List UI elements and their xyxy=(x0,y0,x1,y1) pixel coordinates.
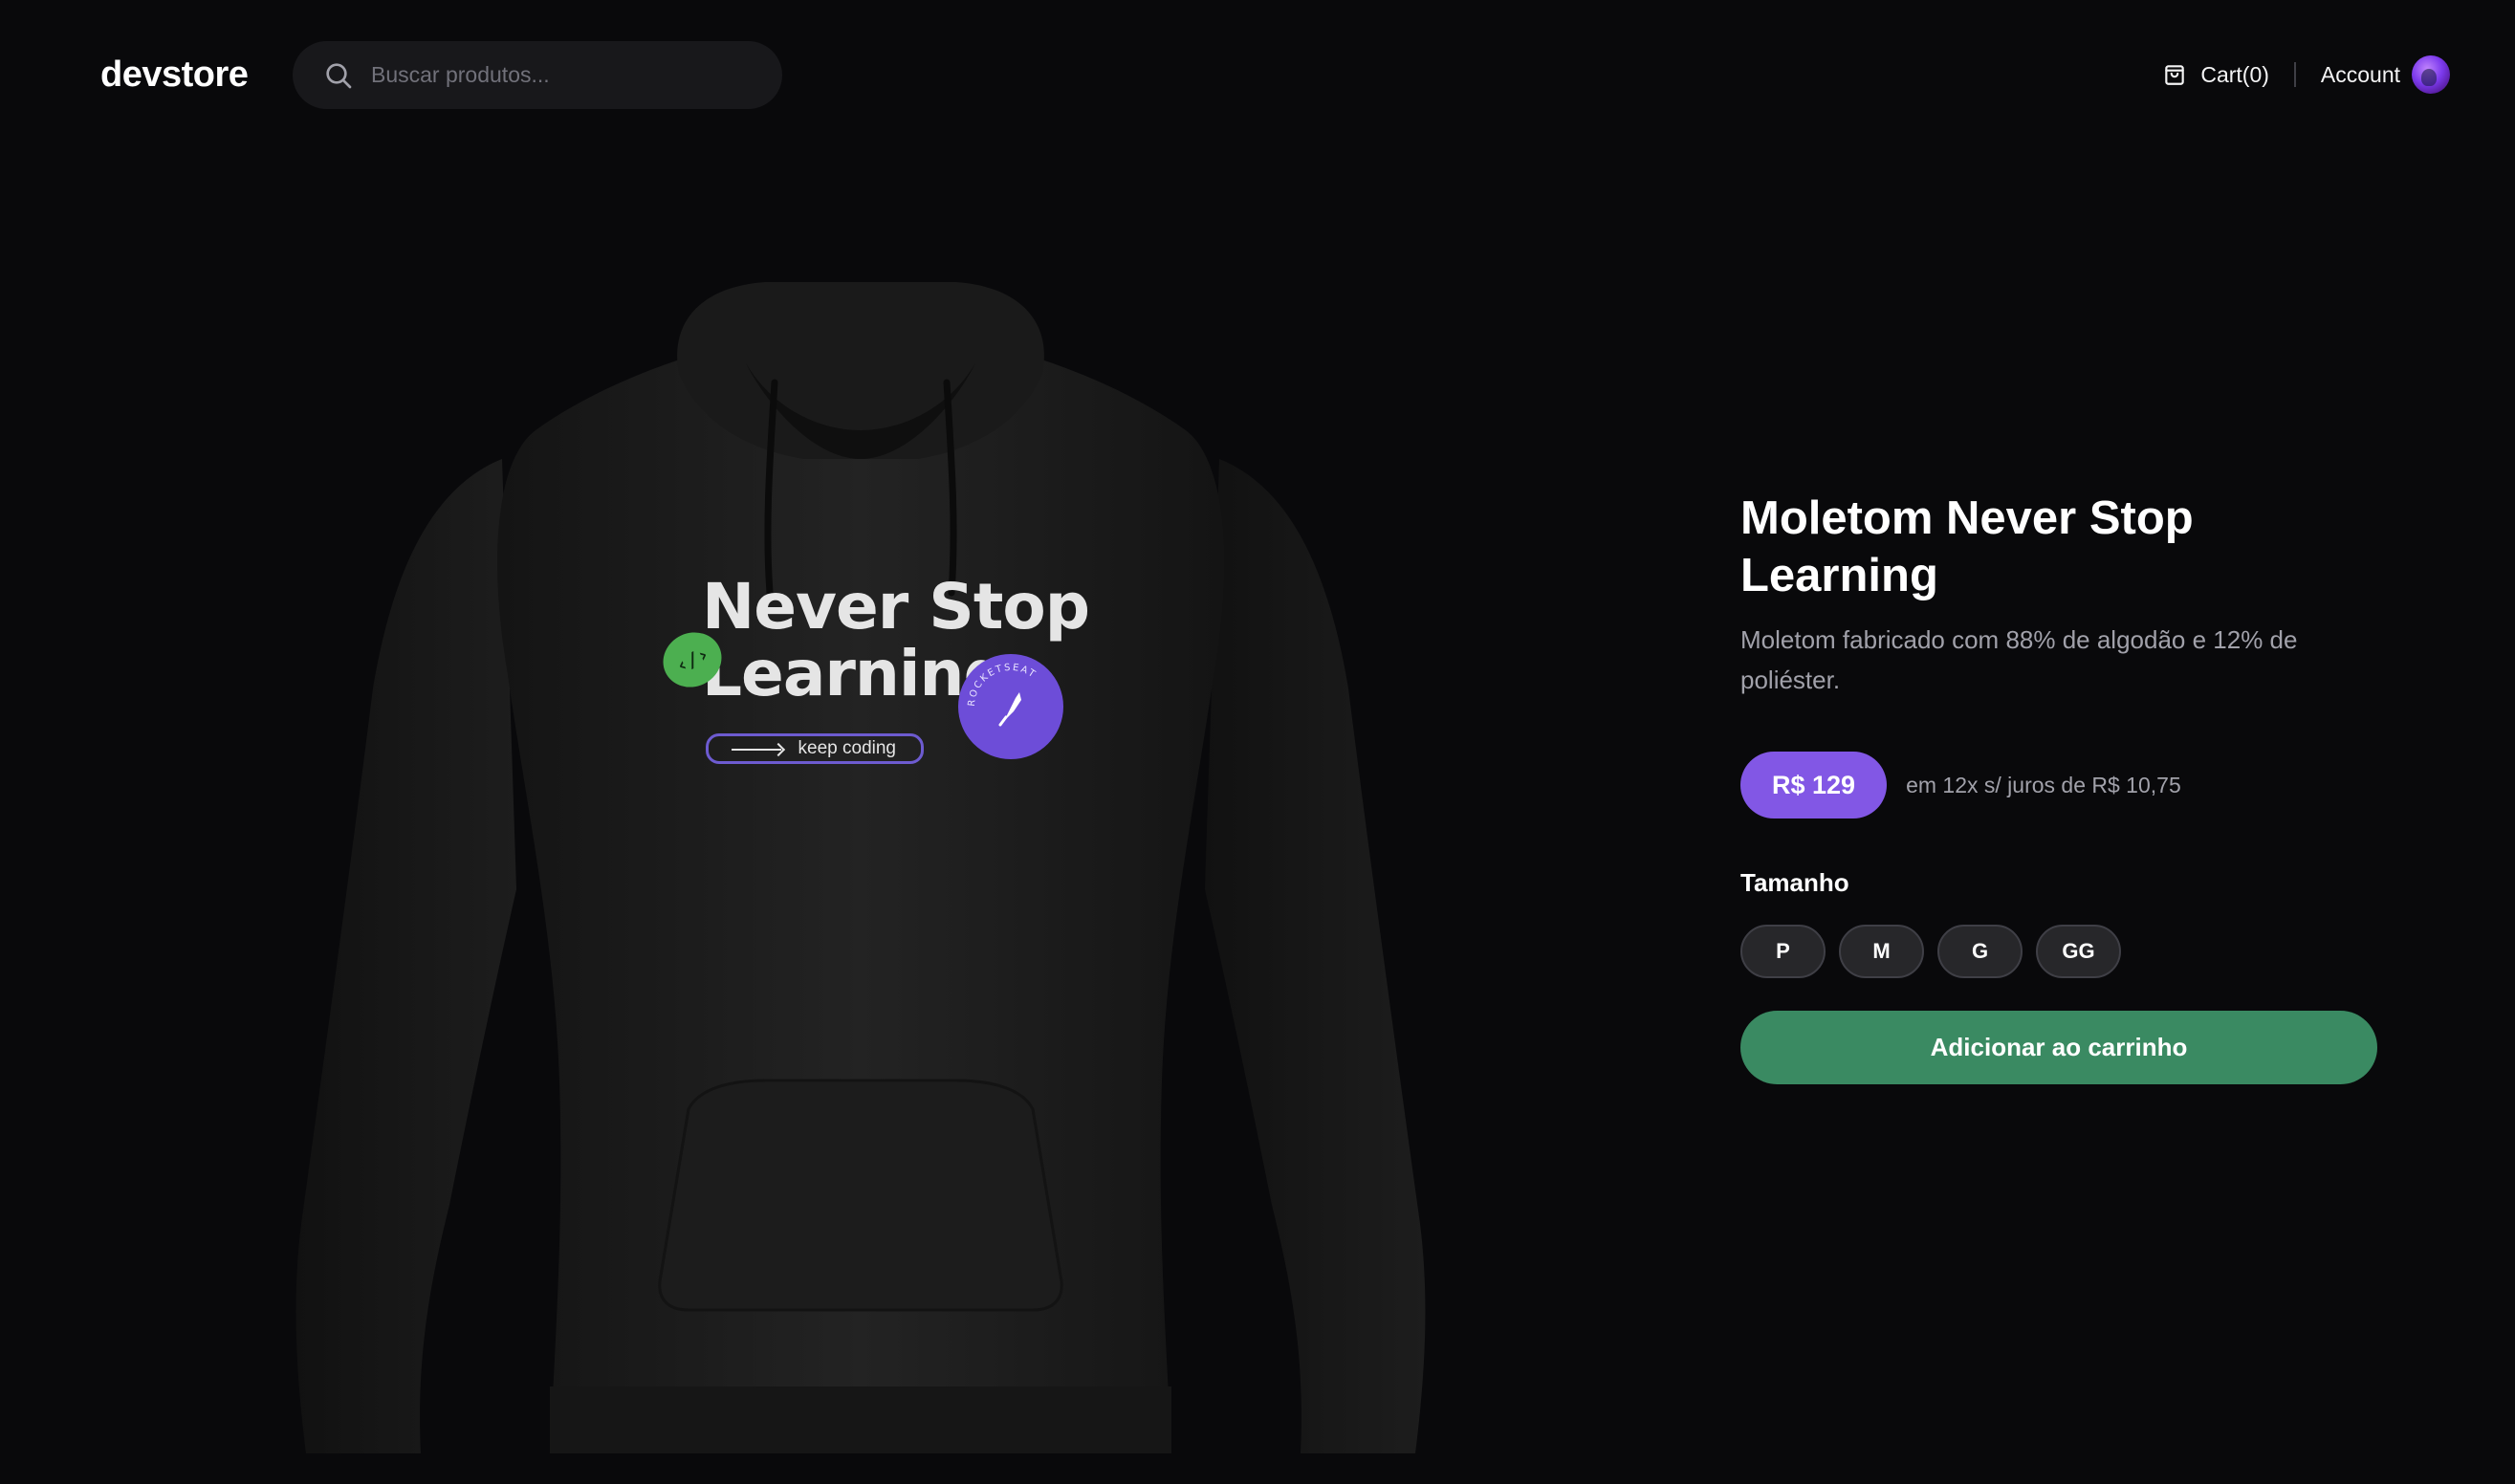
size-button-gg[interactable]: GG xyxy=(2036,925,2121,978)
product-description: Moletom fabricado com 88% de algodão e 1… xyxy=(1740,625,2298,694)
account-link[interactable]: Account xyxy=(2321,55,2450,94)
size-button-p[interactable]: P xyxy=(1740,925,1826,978)
logo[interactable]: devstore xyxy=(100,50,249,99)
search-input[interactable] xyxy=(371,41,754,109)
add-to-cart-button[interactable]: Adicionar ao carrinho xyxy=(1740,1011,2377,1084)
size-button-g[interactable]: G xyxy=(1937,925,2023,978)
arrow-right-icon xyxy=(732,749,781,751)
search-icon xyxy=(326,63,352,89)
header: devstore Cart(0) Account xyxy=(0,0,2515,149)
seal-text: ROCKETSEAT xyxy=(967,663,1037,708)
avatar[interactable] xyxy=(2412,55,2450,94)
product-title: Moletom Never Stop Learning xyxy=(1740,492,2194,601)
search-bar[interactable] xyxy=(293,41,782,109)
shopping-bag-icon xyxy=(2165,65,2185,85)
installments-text: em 12x s/ juros de R$ 10,75 xyxy=(1906,772,2181,797)
cart-label: Cart(0) xyxy=(2200,61,2269,87)
size-button-m[interactable]: M xyxy=(1839,925,1924,978)
hoodie-illustration xyxy=(295,282,1426,1453)
rocketseat-seal: ROCKETSEAT xyxy=(958,654,1063,759)
svg-text:ROCKETSEAT: ROCKETSEAT xyxy=(967,663,1039,708)
keep-coding-tag: keep coding xyxy=(706,733,924,764)
header-divider xyxy=(2293,62,2296,87)
price-badge: R$ 129 xyxy=(1740,752,1888,818)
cart-link[interactable]: Cart(0) xyxy=(2162,62,2269,88)
account-label: Account xyxy=(2320,61,2400,87)
header-actions: Cart(0) Account xyxy=(2162,54,2450,96)
size-options: P M G GG xyxy=(1740,925,2410,978)
rocket-icon: ROCKETSEAT xyxy=(967,663,1039,727)
product-page: devstore Cart(0) Account xyxy=(0,0,2515,1484)
keep-coding-text: keep coding xyxy=(798,738,896,758)
price-row: R$ 129 em 12x s/ juros de R$ 10,75 xyxy=(1740,752,2410,818)
product-image: Never Stop Learning ‹/› keep coding ROCK… xyxy=(287,268,1434,1453)
product-details: Moletom Never Stop Learning Moletom fabr… xyxy=(1740,490,2410,1084)
size-label: Tamanho xyxy=(1740,868,1849,897)
